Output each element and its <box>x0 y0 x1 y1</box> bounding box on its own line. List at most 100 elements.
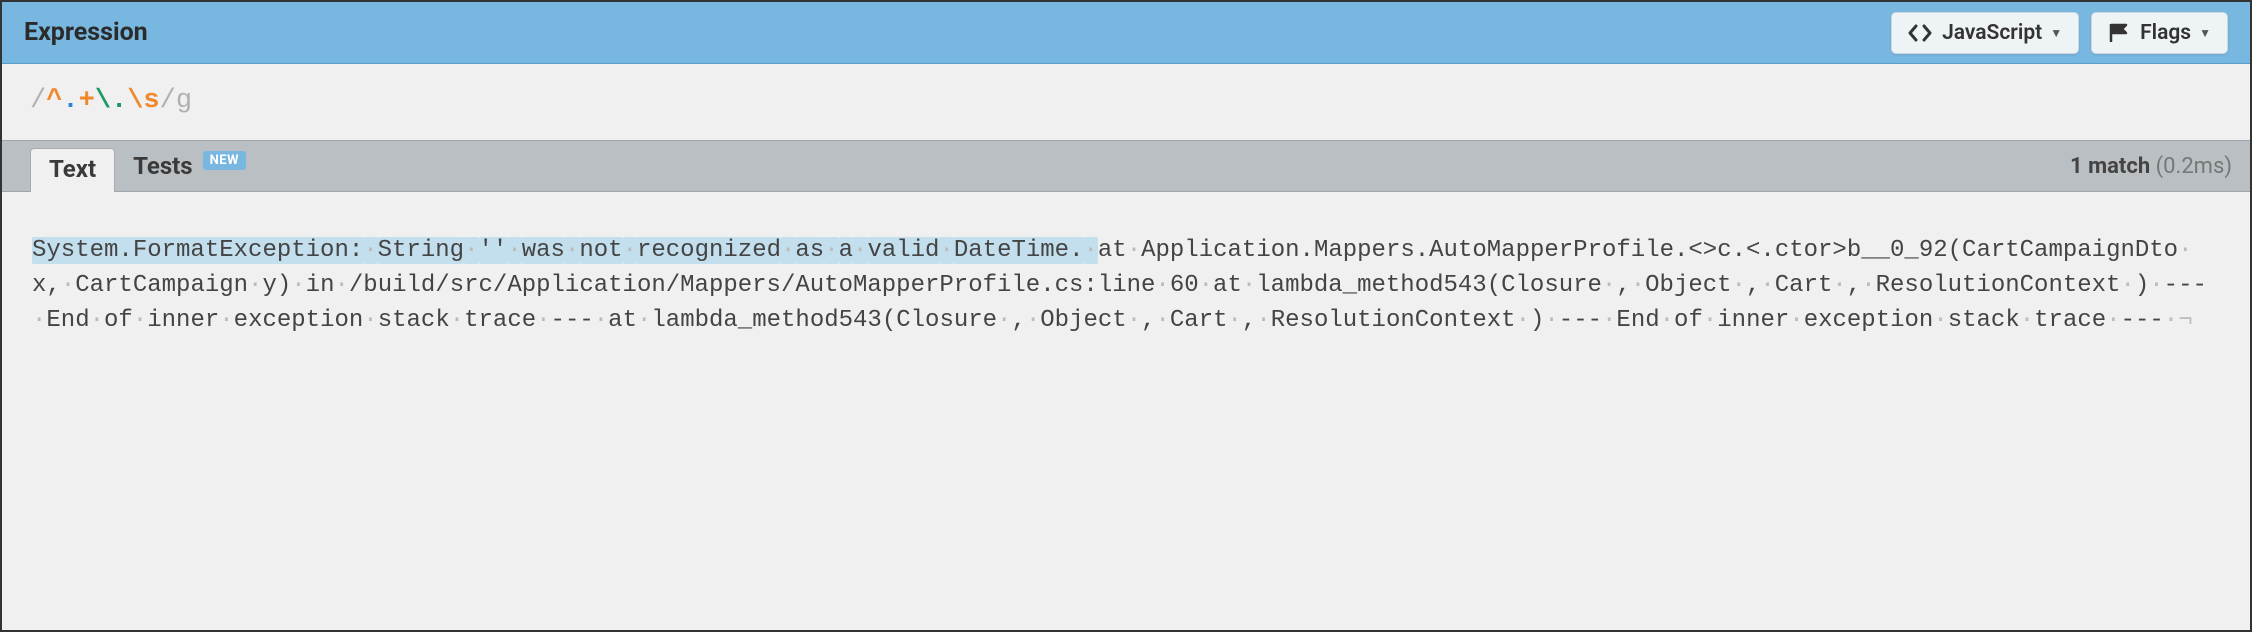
whitespace-marker: · <box>2020 307 2034 334</box>
text-word: --- <box>2121 307 2164 334</box>
regex-anchor: ^ <box>46 86 62 116</box>
end-of-line-marker: ¬ <box>2178 307 2192 334</box>
whitespace-marker: · <box>1544 307 1558 334</box>
regex-any-char: . <box>62 86 78 116</box>
text-word: stack <box>378 307 450 334</box>
regex-plus: + <box>79 86 95 116</box>
text-word: as <box>795 237 824 264</box>
header-buttons: JavaScript ▼ Flags ▼ <box>1891 12 2228 54</box>
javascript-label: JavaScript <box>1942 21 2042 45</box>
regex-escaped-dot: . <box>111 86 127 116</box>
whitespace-marker: · <box>1602 272 1616 299</box>
text-word: of <box>1674 307 1703 334</box>
whitespace-marker: · <box>464 237 478 264</box>
text-word: exception <box>1804 307 1934 334</box>
chevron-down-icon: ▼ <box>2199 26 2211 40</box>
whitespace-marker: · <box>1083 237 1097 264</box>
match-count: 1 match <box>2070 154 2150 179</box>
whitespace-marker: · <box>90 307 104 334</box>
text-word: lambda_method543(Closure <box>1256 272 1602 299</box>
whitespace-marker: · <box>637 307 651 334</box>
text-word: 60 <box>1170 272 1199 299</box>
whitespace-marker: · <box>363 307 377 334</box>
header-title: Expression <box>24 18 148 47</box>
flag-icon <box>2108 23 2130 43</box>
whitespace-marker: · <box>1516 307 1530 334</box>
regex-escape-backslash: \ <box>95 86 111 116</box>
whitespace-marker: · <box>536 307 550 334</box>
new-badge: NEW <box>203 151 246 170</box>
regex-close-delimiter: / <box>160 86 176 116</box>
text-word: , <box>1141 307 1155 334</box>
whitespace-marker: · <box>1156 307 1170 334</box>
text-word: /build/src/Application/Mappers/AutoMappe… <box>349 272 1156 299</box>
text-word: in <box>306 272 335 299</box>
text-word: y) <box>262 272 291 299</box>
whitespace-marker: · <box>997 307 1011 334</box>
text-word: trace <box>464 307 536 334</box>
expression-header: Expression JavaScript ▼ Flags ▼ <box>2 2 2250 64</box>
text-word: at <box>608 307 637 334</box>
whitespace-marker: · <box>2106 307 2120 334</box>
tab-text[interactable]: Text <box>30 148 115 192</box>
flags-button[interactable]: Flags ▼ <box>2091 12 2228 54</box>
whitespace-marker: · <box>781 237 795 264</box>
text-word: , <box>1616 272 1630 299</box>
text-word: System.FormatException: <box>32 237 363 264</box>
whitespace-marker: · <box>2120 272 2134 299</box>
whitespace-marker: · <box>1703 307 1717 334</box>
whitespace-marker: · <box>334 272 348 299</box>
text-word: ResolutionContext <box>1271 307 1516 334</box>
text-word: String <box>378 237 464 264</box>
text-word: '' <box>479 237 508 264</box>
whitespace-marker: · <box>248 272 262 299</box>
tab-tests-label: Tests <box>133 152 193 180</box>
text-word: Object <box>1645 272 1731 299</box>
text-word: at <box>1098 237 1127 264</box>
whitespace-marker: · <box>1861 272 1875 299</box>
text-word: recognized <box>637 237 781 264</box>
javascript-flavor-button[interactable]: JavaScript ▼ <box>1891 12 2079 54</box>
whitespace-marker: · <box>853 237 867 264</box>
whitespace-marker: · <box>450 307 464 334</box>
text-word: trace <box>2034 307 2106 334</box>
whitespace-marker: · <box>2164 307 2178 334</box>
regex-escape-backslash-2: \ <box>127 86 143 116</box>
text-word: a <box>839 237 853 264</box>
text-word: of <box>104 307 133 334</box>
text-word: inner <box>1717 307 1789 334</box>
text-word: Object <box>1040 307 1126 334</box>
flags-label: Flags <box>2140 21 2191 45</box>
regex-flags: g <box>176 86 192 116</box>
text-input-panel[interactable]: System.FormatException:·String·''·was·no… <box>2 192 2250 630</box>
text-word: x, <box>32 272 61 299</box>
whitespace-marker: · <box>1127 237 1141 264</box>
text-word: --- <box>1559 307 1602 334</box>
text-word: , <box>1746 272 1760 299</box>
text-word: , <box>1011 307 1025 334</box>
regex-whitespace-class: s <box>143 86 159 116</box>
text-word: lambda_method543(Closure <box>651 307 997 334</box>
text-word: was <box>522 237 565 264</box>
text-word: , <box>1847 272 1861 299</box>
tab-text-label: Text <box>49 155 96 183</box>
text-word: ) <box>2135 272 2149 299</box>
whitespace-marker: · <box>219 307 233 334</box>
whitespace-marker: · <box>291 272 305 299</box>
whitespace-marker: · <box>2149 272 2163 299</box>
whitespace-marker: · <box>363 237 377 264</box>
text-word: exception <box>234 307 364 334</box>
whitespace-marker: · <box>1228 307 1242 334</box>
whitespace-marker: · <box>1602 307 1616 334</box>
expression-input[interactable]: /^.+\.\s/g <box>2 64 2250 140</box>
text-word: DateTime. <box>954 237 1084 264</box>
text-word: at <box>1213 272 1242 299</box>
tabs-bar: Text Tests NEW 1 match (0.2ms) <box>2 140 2250 192</box>
whitespace-marker: · <box>1199 272 1213 299</box>
text-word: Cart <box>1170 307 1228 334</box>
tab-tests[interactable]: Tests NEW <box>115 144 264 188</box>
whitespace-marker: · <box>565 237 579 264</box>
text-word: End <box>46 307 89 334</box>
text-word: , <box>1242 307 1256 334</box>
chevron-down-icon: ▼ <box>2050 26 2062 40</box>
